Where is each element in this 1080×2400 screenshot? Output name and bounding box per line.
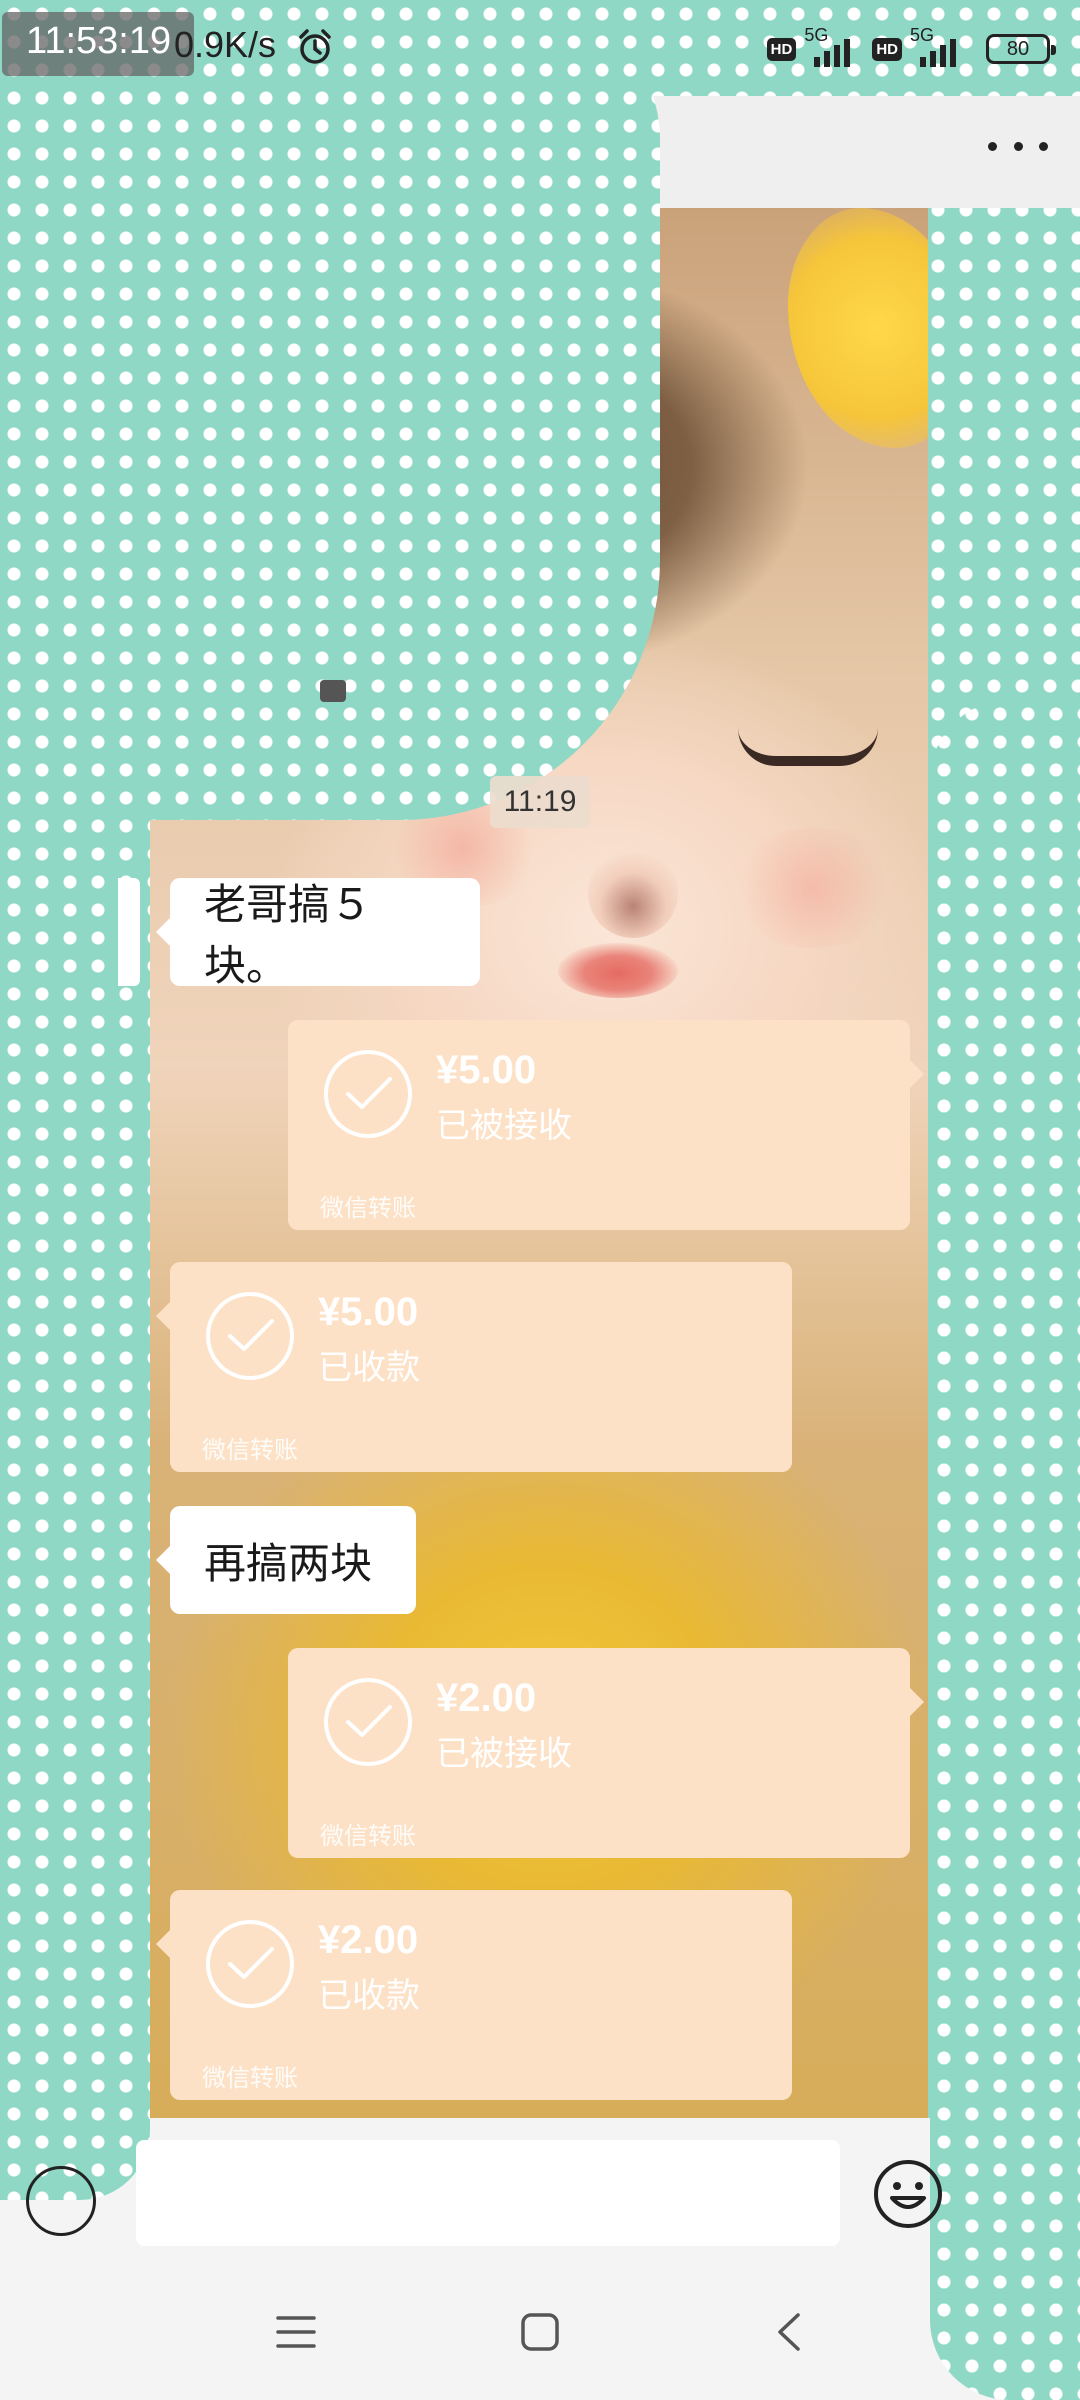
check-circle-icon — [206, 1920, 294, 2008]
avatar[interactable] — [118, 878, 140, 986]
hd-badge-2: HD — [872, 37, 902, 61]
menu-icon[interactable] — [276, 2312, 316, 2352]
transfer-status: 已收款 — [318, 1348, 420, 1388]
message-text: 老哥搞５块。 — [204, 880, 373, 990]
chat-timestamp: 11:19 — [490, 776, 590, 828]
voice-icon[interactable] — [26, 2166, 96, 2236]
transfer-card[interactable]: ¥2.00 已被接收 微信转账 — [288, 1648, 924, 1858]
transfer-status: 已收款 — [318, 1976, 420, 2016]
message-text: 再搞两块 — [204, 1538, 373, 1588]
status-time: 11:53:19 — [26, 20, 172, 62]
transfer-amount: ¥2.00 — [436, 1676, 537, 1720]
transfer-amount: ¥5.00 — [436, 1048, 537, 1092]
battery-level: 80 — [1006, 37, 1030, 60]
network-speed: 0.9K/s — [174, 24, 277, 65]
battery-icon: 80 — [986, 34, 1056, 64]
status-bar: 11:53:19 0.9K/s HD 5G HD 5G 80 — [0, 0, 1080, 96]
hd-badge: HD — [766, 37, 797, 61]
photo-bow-right — [788, 208, 928, 448]
status-icons: HD 5G HD 5G 80 — [766, 25, 1056, 72]
more-options-button[interactable] — [988, 126, 1048, 166]
transfer-status: 已被接收 — [436, 1106, 572, 1146]
transfer-label: 微信转账 — [202, 1436, 298, 1464]
transfer-label: 微信转账 — [320, 1822, 416, 1850]
emoji-icon[interactable] — [872, 2158, 944, 2230]
check-circle-icon — [324, 1050, 412, 1138]
photo-eye-wink — [738, 728, 878, 766]
back-chevron-icon[interactable] — [770, 2312, 810, 2352]
check-circle-icon — [206, 1292, 294, 1380]
message-bubble[interactable]: 再搞两块 — [156, 1506, 416, 1614]
photo-cheek-right — [728, 828, 898, 948]
message-bubble[interactable]: 老哥搞５块。 — [156, 878, 480, 990]
transfer-status: 已被接收 — [436, 1734, 572, 1774]
home-square-icon[interactable] — [520, 2312, 560, 2352]
transfer-card[interactable]: ¥2.00 已收款 微信转账 — [156, 1890, 792, 2100]
photo-nose — [588, 848, 678, 938]
sticker-dots-right — [930, 700, 1080, 2400]
check-circle-icon — [324, 1678, 412, 1766]
transfer-amount: ¥2.00 — [318, 1918, 419, 1962]
alarm-clock-icon — [299, 29, 331, 64]
photo-mouth — [558, 943, 678, 998]
transfer-label: 微信转账 — [320, 1194, 416, 1222]
transfer-label: 微信转账 — [202, 2064, 298, 2092]
signal-strength-icon: 5G — [804, 25, 864, 69]
signal-strength-icon-2: 5G — [910, 25, 970, 69]
image-indicator-icon — [320, 680, 346, 702]
more-dots-icon — [988, 141, 997, 151]
message-input[interactable] — [136, 2140, 840, 2246]
transfer-card[interactable]: ¥5.00 已被接收 微信转账 — [288, 1020, 924, 1230]
transfer-card[interactable]: ¥5.00 已收款 微信转账 — [156, 1262, 792, 1472]
transfer-amount: ¥5.00 — [318, 1290, 419, 1334]
